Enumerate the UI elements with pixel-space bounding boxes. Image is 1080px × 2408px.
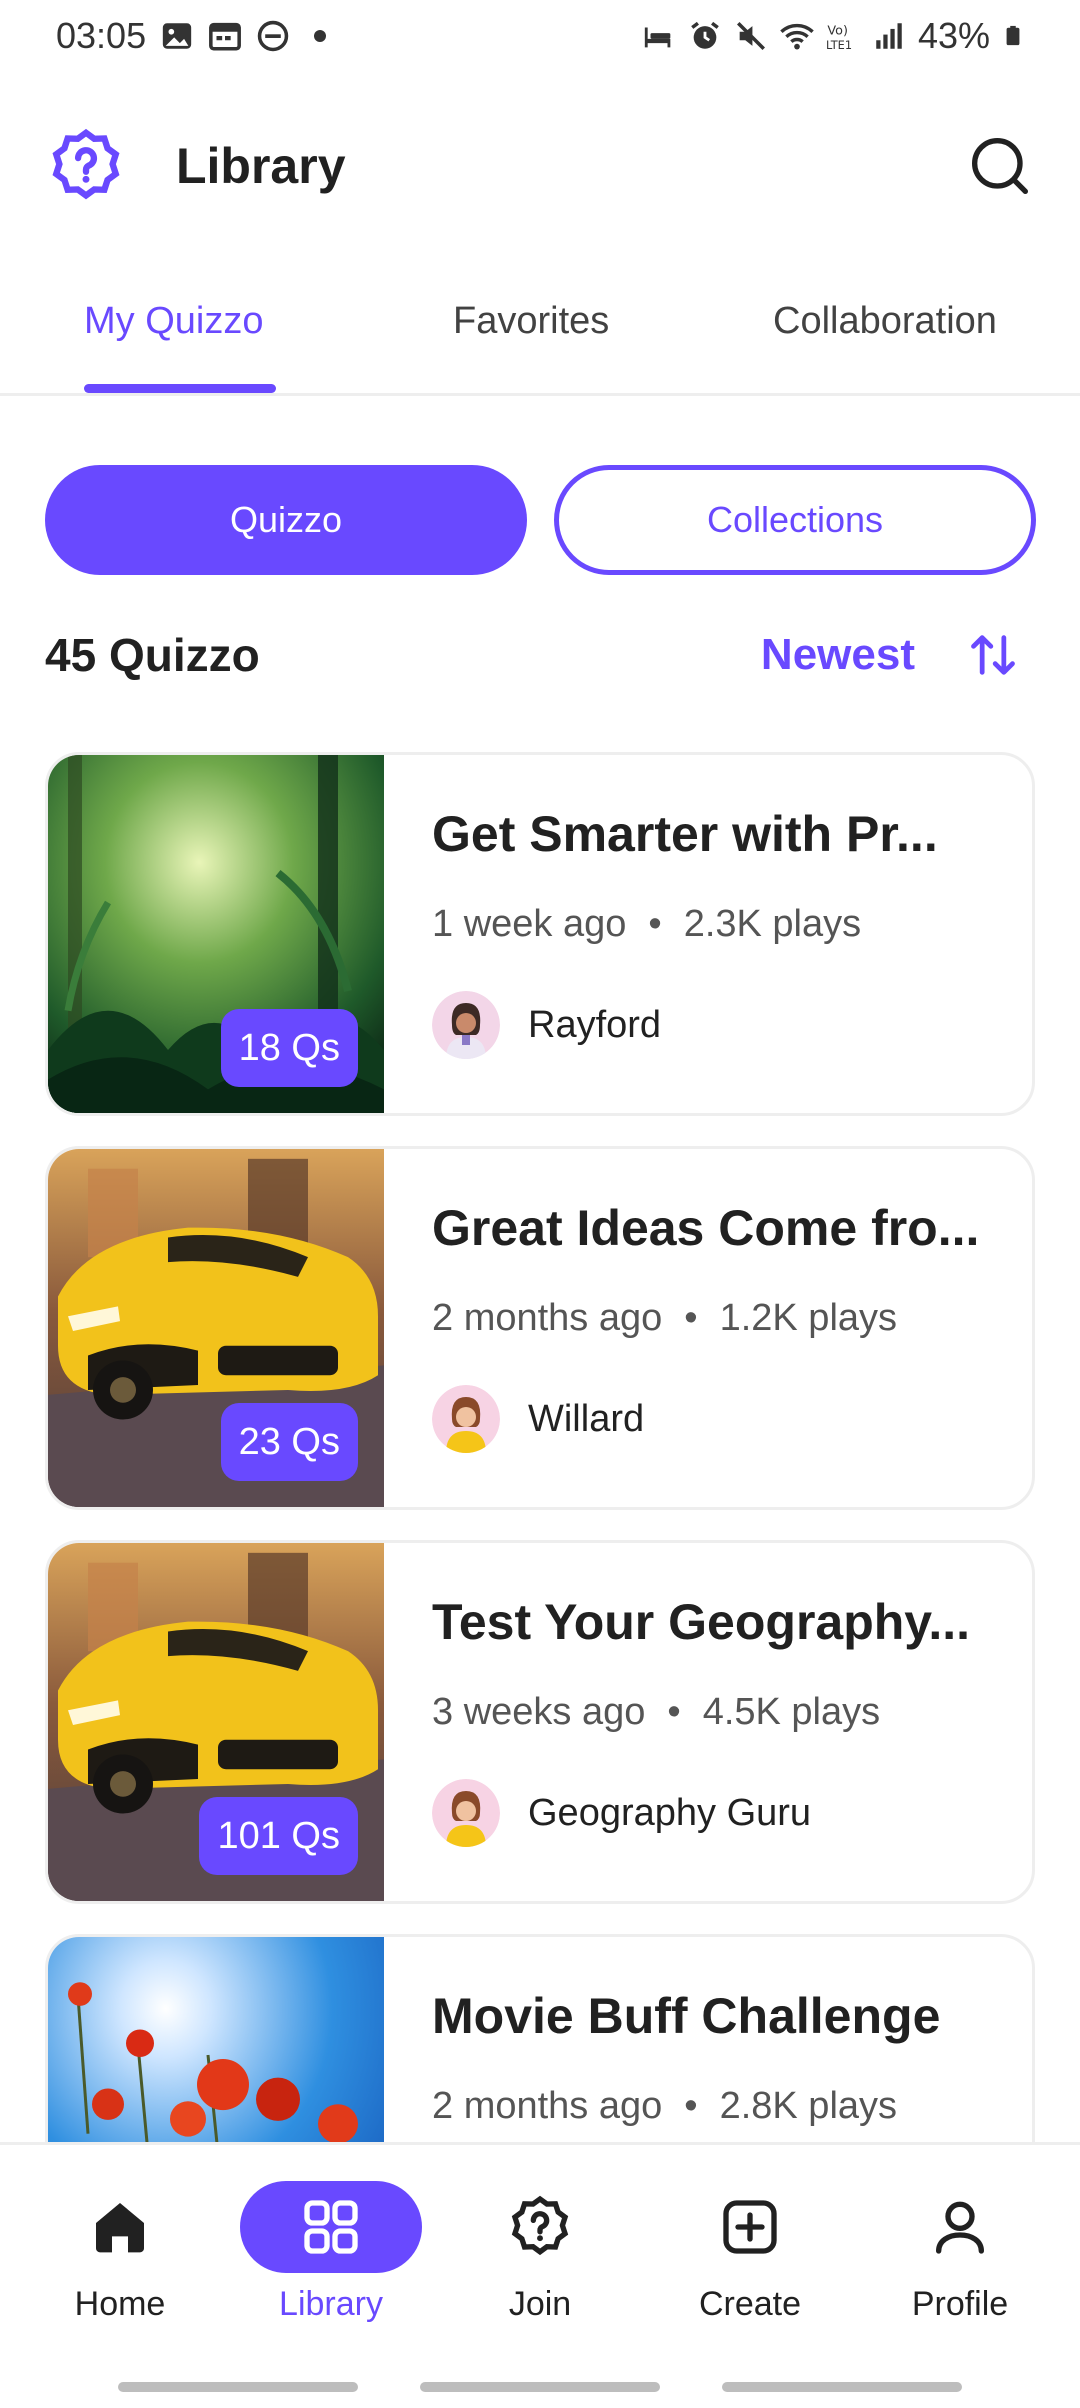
nav-label: Join: [508, 2285, 572, 2323]
quiz-card[interactable]: 23 Qs Great Ideas Come fro... 2 months a…: [45, 1146, 1035, 1510]
quiz-thumbnail: [48, 1937, 384, 2142]
quiz-time: 3 weeks ago: [432, 1691, 646, 1733]
author-row: Geography Guru: [432, 1779, 811, 1847]
avatar: [432, 1385, 500, 1453]
gesture-bar: [722, 2382, 962, 2392]
volte-icon: Vo)LTE1: [826, 24, 852, 52]
dot-icon: [314, 30, 327, 42]
nav-home[interactable]: Home: [20, 2181, 220, 2324]
quiz-card[interactable]: Movie Buff Challenge 2 months ago • 2.8K p…: [45, 1934, 1035, 2142]
meta-dot: •: [684, 2085, 698, 2127]
author-name: Geography Guru: [528, 1791, 812, 1834]
signal-icon: [876, 23, 902, 49]
image-icon: [162, 23, 192, 49]
quiz-meta: 3 weeks ago • 4.5K plays: [432, 1691, 880, 1734]
nav-join[interactable]: Join: [440, 2181, 640, 2324]
nav-label: Library: [279, 2285, 383, 2323]
calendar-icon: [209, 22, 242, 51]
nav-profile[interactable]: Profile: [860, 2181, 1060, 2324]
gesture-bar: [118, 2382, 358, 2392]
status-time: 03:05: [56, 15, 147, 56]
dnd-icon: [257, 20, 289, 52]
svg-text:LTE1: LTE1: [826, 38, 852, 52]
question-count-badge: 23 Qs: [220, 1403, 358, 1481]
collections-toggle-button[interactable]: Collections: [554, 465, 1036, 575]
quiz-meta: 1 week ago • 2.3K plays: [432, 903, 861, 946]
quiz-meta: 2 months ago • 1.2K plays: [432, 1297, 897, 1340]
question-count-badge: 101 Qs: [199, 1797, 358, 1875]
battery-icon: [1006, 25, 1020, 46]
home-icon: [96, 2203, 144, 2253]
quiz-count: 45 Quizzo: [45, 629, 260, 681]
tab-favorites[interactable]: Favorites: [453, 300, 609, 343]
quiz-list: 18 Qs Get Smarter with Pr... 1 week ago •…: [45, 752, 1035, 2142]
nav-label: Profile: [911, 2285, 1009, 2323]
tab-my-quizzo[interactable]: My Quizzo: [84, 300, 263, 343]
list-header: 45 Quizzo Newest: [45, 622, 1035, 688]
quiz-plays: 4.5K plays: [702, 1691, 881, 1733]
quiz-badge-icon: [511, 2195, 569, 2256]
avatar: [432, 991, 500, 1059]
quiz-title: Test Your Geography...: [432, 1594, 971, 1650]
sort-button[interactable]: Newest: [761, 630, 915, 680]
page-title: Library: [176, 138, 346, 194]
quiz-title: Get Smarter with Pr...: [432, 806, 938, 862]
sort-arrows-icon[interactable]: [967, 629, 1019, 681]
quiz-meta: 2 months ago • 2.8K plays: [432, 2085, 897, 2128]
quiz-card[interactable]: 101 Qs Test Your Geography... 3 weeks ag…: [45, 1540, 1035, 1904]
user-icon: [936, 2201, 984, 2254]
author-name: Rayford: [528, 1003, 662, 1046]
question-count-badge: 18 Qs: [220, 1009, 358, 1087]
battery-text: 43%: [917, 15, 990, 56]
quiz-time: 2 months ago: [432, 2085, 663, 2127]
quiz-time: 2 months ago: [432, 1297, 663, 1339]
author-row: Willard: [432, 1385, 644, 1453]
author-name: Willard: [528, 1397, 645, 1440]
search-icon[interactable]: [968, 134, 1032, 198]
quiz-thumbnail: 101 Qs: [48, 1543, 384, 1901]
nav-label: Create: [698, 2285, 802, 2323]
library-tabs: My Quizzo Favorites Collaboration: [0, 280, 1080, 396]
quiz-title: Movie Buff Challenge: [432, 1988, 941, 2044]
meta-dot: •: [684, 1297, 698, 1339]
mute-icon: [736, 21, 765, 51]
nav-library[interactable]: Library: [231, 2181, 431, 2324]
quiz-card[interactable]: 18 Qs Get Smarter with Pr... 1 week ago •…: [45, 752, 1035, 1116]
quiz-time: 1 week ago: [432, 903, 627, 945]
tab-collaboration[interactable]: Collaboration: [773, 300, 997, 343]
avatar: [432, 1779, 500, 1847]
quizzo-toggle-button[interactable]: Quizzo: [45, 465, 527, 575]
quiz-logo-icon: [52, 128, 120, 200]
active-nav-pill: [240, 2181, 422, 2273]
quiz-thumbnail: 23 Qs: [48, 1149, 384, 1507]
nav-label: Home: [74, 2285, 166, 2323]
status-bar: 03:05 Vo) LTE1 43%: [0, 0, 1080, 72]
app-header: Library: [0, 108, 1080, 224]
meta-dot: •: [667, 1691, 681, 1733]
quiz-title: Great Ideas Come fro...: [432, 1200, 980, 1256]
wifi-icon: [780, 23, 814, 50]
quiz-plays: 2.3K plays: [683, 903, 862, 945]
alarm-icon: [691, 21, 719, 49]
bottom-navigation: Home Library Join Create Profile: [0, 2142, 1080, 2408]
quiz-plays: 2.8K plays: [719, 2085, 898, 2127]
svg-text:Vo): Vo): [827, 24, 848, 39]
nav-create[interactable]: Create: [650, 2181, 850, 2324]
meta-dot: •: [648, 903, 662, 945]
grid-icon: [304, 2200, 358, 2254]
plus-square-icon: [723, 2200, 777, 2254]
gesture-bar: [420, 2382, 660, 2392]
quiz-thumbnail: 18 Qs: [48, 755, 384, 1113]
quiz-plays: 1.2K plays: [719, 1297, 898, 1339]
tab-indicator: [84, 384, 276, 393]
sleep-icon: [644, 27, 671, 48]
author-row: Rayford: [432, 991, 661, 1059]
